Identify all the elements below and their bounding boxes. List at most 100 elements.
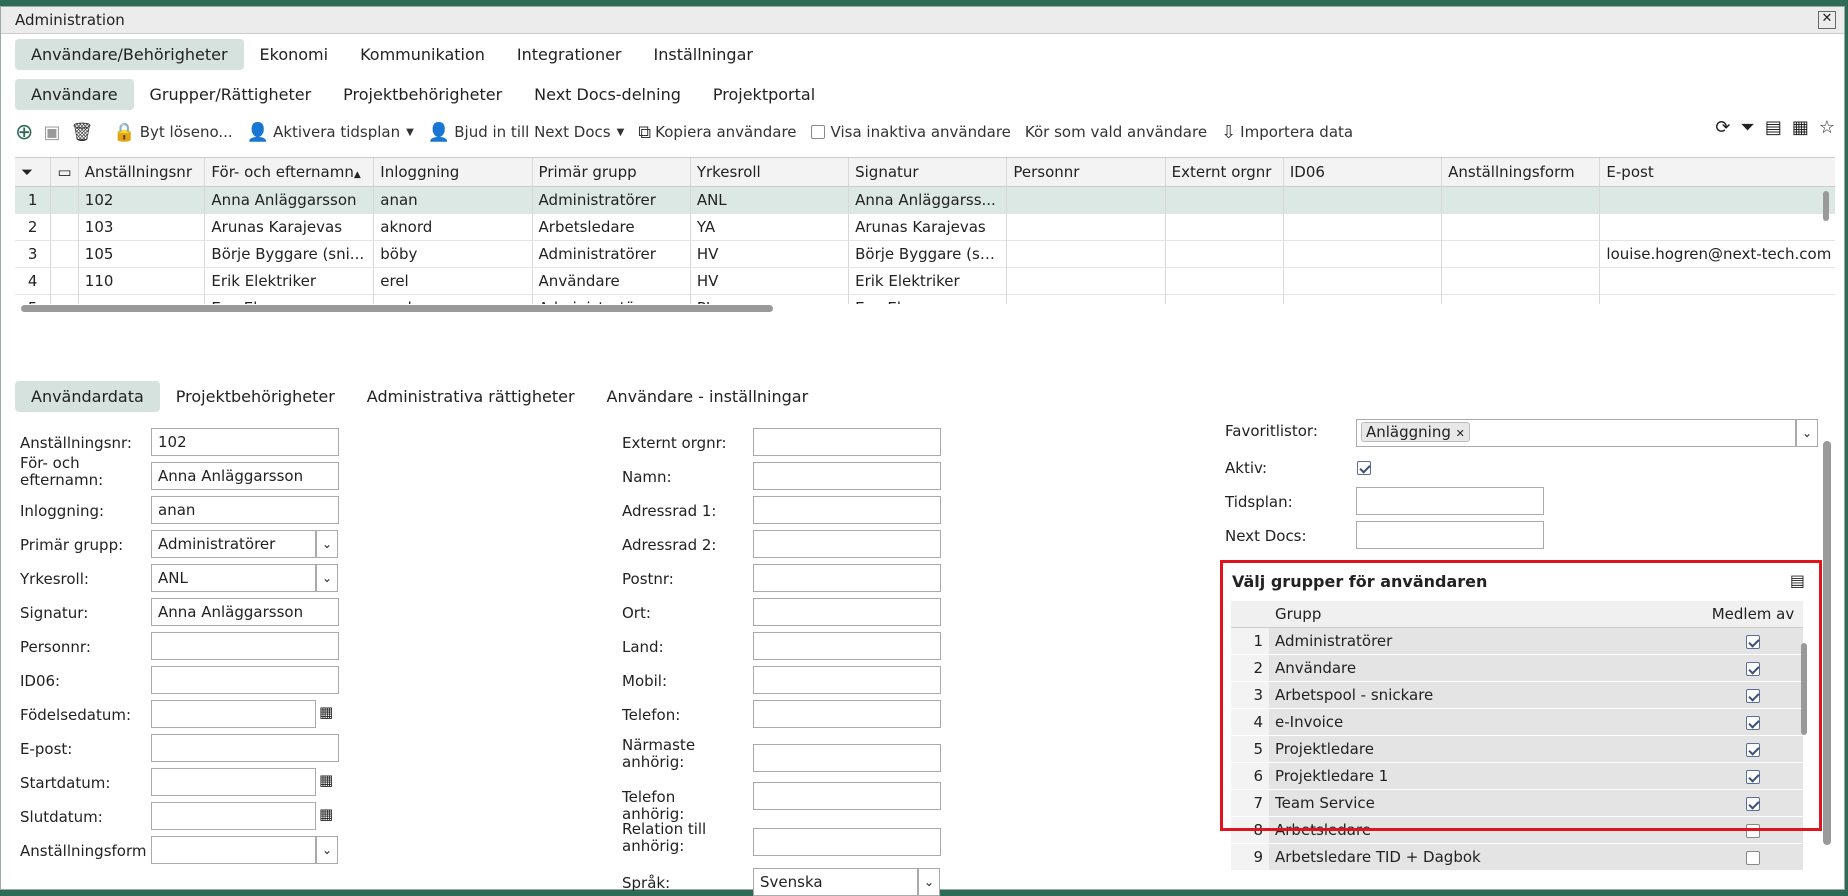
field-input[interactable] xyxy=(753,530,941,558)
table-cell[interactable]: Erik Elektriker xyxy=(848,267,1008,295)
table-cell[interactable] xyxy=(1599,213,1835,241)
tab-ekonomi[interactable]: Ekonomi xyxy=(244,39,345,70)
calendar-icon[interactable]: ▦ xyxy=(319,805,339,825)
col-header[interactable]: Anställningsform xyxy=(1441,158,1601,187)
table-row[interactable]: 3 105 Börje Byggare (sni... böby Administrat… xyxy=(15,240,1835,268)
table-row[interactable]: 2 103 Arunas Karajevas aknord Arbetsledare YA… xyxy=(15,213,1835,241)
group-name[interactable]: Administratörer xyxy=(1269,627,1703,655)
group-row[interactable]: 3 Arbetspool - snickare xyxy=(1231,681,1803,709)
chevron-down-icon[interactable]: ⌄ xyxy=(1796,419,1818,447)
horizontal-scrollbar[interactable] xyxy=(15,303,1825,313)
show-inactive-toggle[interactable]: Visa inaktiva användare xyxy=(810,123,1011,141)
invite-next-docs-button[interactable]: 👤 Bjud in till Next Docs ▼ xyxy=(428,122,624,143)
table-row[interactable]: 4 110 Erik Elektriker erel Användare HV Erik E… xyxy=(15,267,1835,295)
tab-grupper[interactable]: Grupper/Rättigheter xyxy=(134,79,328,110)
chevron-down-icon[interactable]: ⌄ xyxy=(918,868,940,896)
table-cell[interactable]: Arunas Karajevas xyxy=(204,213,375,241)
member-checkbox[interactable] xyxy=(1746,688,1760,703)
col-header[interactable]: Yrkesroll xyxy=(690,158,850,187)
schedule-input[interactable] xyxy=(1356,487,1544,515)
chevron-down-icon[interactable]: ▼ xyxy=(617,127,625,138)
table-cell[interactable]: Anna Anläggarsson xyxy=(204,186,375,214)
member-checkbox[interactable] xyxy=(1746,796,1760,811)
field-input[interactable] xyxy=(753,666,941,694)
favorite-star-icon[interactable]: ☆ xyxy=(1819,117,1835,138)
member-checkbox[interactable] xyxy=(1746,823,1760,838)
save-icon[interactable]: ▣ xyxy=(43,122,60,143)
field-input[interactable] xyxy=(151,700,316,728)
col-header[interactable]: Grupp xyxy=(1269,601,1703,628)
table-cell[interactable] xyxy=(1283,240,1443,268)
field-input[interactable]: ANL xyxy=(151,564,316,592)
import-data-button[interactable]: ⇩ Importera data xyxy=(1221,122,1353,143)
table-cell[interactable] xyxy=(1283,267,1443,295)
group-row[interactable]: 6 Projektledare 1 xyxy=(1231,762,1803,790)
table-cell[interactable] xyxy=(1441,240,1601,268)
table-cell[interactable] xyxy=(1006,267,1166,295)
table-cell[interactable] xyxy=(1006,186,1166,214)
groups-scrollbar[interactable] xyxy=(1801,629,1811,739)
group-row[interactable]: 9 Arbetsledare TID + Dagbok xyxy=(1231,843,1803,871)
table-cell[interactable] xyxy=(1165,186,1284,214)
scrollbar-thumb[interactable] xyxy=(1801,643,1807,735)
table-cell[interactable]: ANL xyxy=(690,186,850,214)
tab-kommunikation[interactable]: Kommunikation xyxy=(344,39,501,70)
col-header[interactable]: Personnr xyxy=(1006,158,1166,187)
table-cell[interactable]: Börje Byggare (sni... xyxy=(204,240,375,268)
table-cell[interactable] xyxy=(1006,240,1166,268)
group-row[interactable]: 2 Användare xyxy=(1231,654,1803,682)
table-cell[interactable]: aknord xyxy=(373,213,533,241)
tab-next-docs-delning[interactable]: Next Docs-delning xyxy=(518,79,697,110)
group-row[interactable]: 4 e-Invoice xyxy=(1231,708,1803,736)
tab-anvandare[interactable]: Användare xyxy=(15,79,134,110)
group-name[interactable]: Arbetsledare TID + Dagbok xyxy=(1269,843,1703,871)
member-checkbox[interactable] xyxy=(1746,769,1760,784)
group-row[interactable]: 8 Arbetsledare xyxy=(1231,816,1803,844)
group-name[interactable]: Team Service xyxy=(1269,789,1703,817)
table-cell[interactable]: Arbetsledare xyxy=(532,213,691,241)
favorites-input[interactable]: Anläggning ✕ xyxy=(1356,419,1796,447)
field-input[interactable]: anan xyxy=(151,496,339,524)
table-cell[interactable]: 105 xyxy=(78,240,206,268)
field-input[interactable]: Svenska xyxy=(753,868,918,896)
field-input[interactable] xyxy=(753,632,941,660)
copy-user-button[interactable]: ⧉ Kopiera användare xyxy=(638,122,796,143)
calendar-icon[interactable]: ▦ xyxy=(319,703,339,723)
table-cell[interactable]: 102 xyxy=(78,186,206,214)
table-cell[interactable]: böby xyxy=(373,240,533,268)
filter-icon[interactable]: ⏷ xyxy=(1740,117,1754,138)
field-input[interactable]: Anna Anläggarsson xyxy=(151,598,339,626)
col-header[interactable]: Medlem av xyxy=(1703,601,1803,628)
add-icon[interactable]: ⊕ xyxy=(15,120,33,145)
field-input[interactable] xyxy=(753,496,941,524)
remove-tag-icon[interactable]: ✕ xyxy=(1456,427,1465,440)
table-cell[interactable] xyxy=(1006,213,1166,241)
table-cell[interactable]: 110 xyxy=(78,267,206,295)
field-input[interactable] xyxy=(151,632,339,660)
field-input[interactable] xyxy=(151,802,316,830)
field-input[interactable]: Anna Anläggarsson xyxy=(151,462,339,490)
member-checkbox[interactable] xyxy=(1746,742,1760,757)
table-cell[interactable] xyxy=(1283,186,1443,214)
table-cell[interactable] xyxy=(1165,267,1284,295)
group-row[interactable]: 1 Administratörer xyxy=(1231,627,1803,655)
vertical-scrollbar[interactable] xyxy=(1823,177,1831,249)
field-input[interactable]: 102 xyxy=(151,428,339,456)
table-cell[interactable]: Erik Elektriker xyxy=(204,267,375,295)
col-header[interactable]: ID06 xyxy=(1283,158,1443,187)
calendar-icon[interactable]: ▦ xyxy=(319,771,339,791)
change-password-button[interactable]: 🔒 Byt löseno... xyxy=(113,122,232,143)
activate-schedule-button[interactable]: 👤 Aktivera tidsplan ▼ xyxy=(247,122,414,143)
table-cell[interactable]: Administratörer xyxy=(532,240,691,268)
table-row[interactable]: 1 102 Anna Anläggarsson anan Administratörer… xyxy=(15,186,1835,214)
chevron-down-icon[interactable]: ⌄ xyxy=(316,530,338,558)
group-row[interactable]: 7 Team Service xyxy=(1231,789,1803,817)
table-cell[interactable] xyxy=(1599,186,1835,214)
table-cell[interactable] xyxy=(1165,240,1284,268)
member-checkbox[interactable] xyxy=(1746,661,1760,676)
table-cell[interactable] xyxy=(1441,186,1601,214)
form-scrollbar[interactable] xyxy=(1823,427,1833,877)
chevron-down-icon[interactable]: ⌄ xyxy=(316,564,338,592)
tab-anvandare-installningar[interactable]: Användare - inställningar xyxy=(591,381,825,412)
table-cell[interactable]: erel xyxy=(373,267,533,295)
